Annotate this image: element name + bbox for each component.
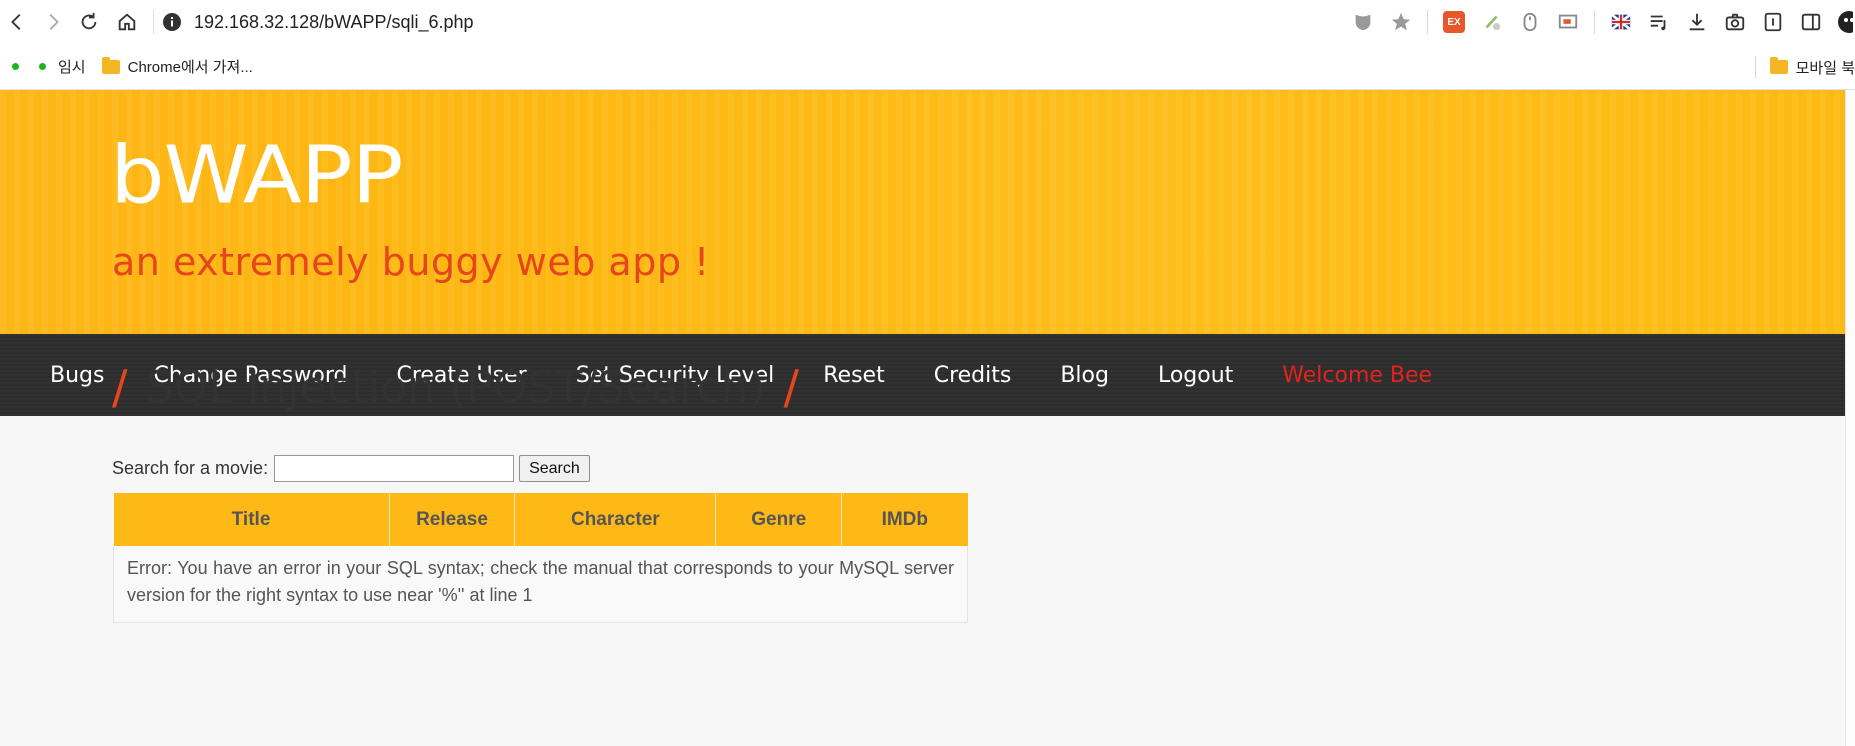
site-header: bWAPP an extremely buggy web app ! — [0, 90, 1845, 334]
bookmark-star-button[interactable] — [1389, 10, 1413, 34]
forward-button[interactable] — [36, 5, 70, 39]
star-icon — [1391, 12, 1411, 31]
sidebar-icon — [1801, 13, 1821, 31]
leaf-icon — [1485, 15, 1501, 31]
reload-button[interactable] — [72, 5, 106, 39]
column-header-character: Character — [514, 493, 717, 546]
profile-avatar[interactable] — [1837, 10, 1853, 34]
playlist-button[interactable] — [1647, 10, 1671, 34]
home-button[interactable] — [110, 5, 144, 39]
bookmark-label: 모바일 북 — [1795, 59, 1855, 77]
site-logo[interactable]: bWAPP — [110, 130, 403, 222]
download-button[interactable] — [1685, 10, 1709, 34]
column-header-release: Release — [389, 493, 516, 546]
forward-icon — [49, 14, 59, 30]
extension-mouse-button[interactable] — [1518, 10, 1542, 34]
toolbar-separator — [1427, 10, 1428, 34]
title-slash-right: / — [783, 360, 799, 414]
search-form: Search for a movie: Search — [112, 455, 590, 482]
page-title-text: SQL Injection (POST/Search) — [145, 361, 766, 413]
toolbar-separator — [1594, 10, 1595, 34]
sql-error-message: Error: You have an error in your SQL syn… — [113, 546, 968, 623]
green-dot-icon — [39, 63, 46, 70]
page-content: bWAPP an extremely buggy web app ! Bugs … — [0, 90, 1845, 746]
avatar-icon — [1838, 11, 1853, 33]
toolbar-divider — [153, 10, 154, 34]
reload-icon — [81, 12, 97, 30]
back-button[interactable] — [0, 5, 34, 39]
menu-item-reset[interactable]: Reset — [823, 363, 884, 388]
site-tagline: an extremely buggy web app ! — [112, 240, 710, 284]
download-icon — [1689, 13, 1705, 31]
sidebar-button[interactable] — [1799, 10, 1823, 34]
bookmarks-right: 모바일 북 — [1754, 44, 1855, 90]
extension-ex-button[interactable]: EX — [1442, 10, 1466, 34]
green-dot-icon — [12, 63, 19, 70]
browser-toolbar: 192.168.32.128/bWAPP/sqli_6.php EX — [0, 0, 1855, 44]
table-row: Error: You have an error in your SQL syn… — [113, 546, 968, 623]
address-url[interactable]: 192.168.32.128/bWAPP/sqli_6.php — [194, 12, 474, 33]
menu-item-blog[interactable]: Blog — [1060, 363, 1109, 388]
cast-icon — [1558, 14, 1578, 29]
page-title: / SQL Injection (POST/Search) / — [112, 360, 799, 414]
screenshot-button[interactable] — [1723, 10, 1747, 34]
camera-icon — [1725, 13, 1745, 31]
menu-item-credits[interactable]: Credits — [934, 363, 1012, 388]
playlist-icon — [1650, 15, 1666, 31]
results-table: Title Release Character Genre IMDb Error… — [113, 493, 968, 623]
toolbar-right: EX — [1351, 0, 1855, 44]
bookmark-label: Chrome에서 가져... — [127, 59, 253, 76]
bookmark-label: 임시 — [58, 59, 86, 76]
translate-flag-button[interactable] — [1609, 10, 1633, 34]
column-header-title: Title — [113, 493, 390, 546]
shield-button[interactable] — [1351, 10, 1375, 34]
menu-item-bugs[interactable]: Bugs — [50, 363, 104, 388]
reader-icon — [1764, 12, 1782, 32]
bookmark-item-temp[interactable]: 임시 — [39, 52, 86, 82]
home-icon — [118, 13, 136, 31]
folder-icon — [1769, 57, 1788, 74]
menu-item-logout[interactable]: Logout — [1158, 363, 1233, 388]
ex-extension-icon: EX — [1443, 11, 1465, 33]
site-info-icon[interactable] — [162, 12, 182, 32]
table-header-row: Title Release Character Genre IMDb — [113, 493, 968, 546]
back-icon — [11, 14, 21, 30]
welcome-user[interactable]: Welcome Bee — [1282, 363, 1432, 388]
uk-flag-icon — [1610, 13, 1632, 31]
folder-icon — [101, 56, 120, 74]
column-header-imdb: IMDb — [841, 493, 968, 546]
title-slash-left: / — [112, 360, 128, 414]
bookmark-folder-mobile[interactable]: 모바일 북 — [1769, 52, 1855, 82]
bookmarks-divider — [1754, 56, 1756, 78]
address-bar[interactable]: 192.168.32.128/bWAPP/sqli_6.php — [162, 6, 474, 38]
column-header-genre: Genre — [715, 493, 843, 546]
search-input[interactable] — [274, 455, 515, 482]
mouse-icon — [1523, 12, 1537, 32]
extension-leaf-button[interactable] — [1480, 10, 1504, 34]
extension-cast-button[interactable] — [1556, 10, 1580, 34]
reader-button[interactable] — [1761, 10, 1785, 34]
search-button[interactable]: Search — [519, 455, 590, 482]
ex-badge-text: EX — [1447, 16, 1461, 28]
scrollbar[interactable] — [1845, 90, 1855, 746]
shield-icon — [1355, 14, 1371, 31]
bookmark-folder-imported[interactable]: Chrome에서 가져... — [101, 52, 253, 82]
bookmark-dot[interactable] — [12, 52, 19, 82]
bookmarks-bar: 임시 Chrome에서 가져... 모바일 북 — [0, 44, 1855, 90]
search-label: Search for a movie: — [112, 458, 269, 478]
